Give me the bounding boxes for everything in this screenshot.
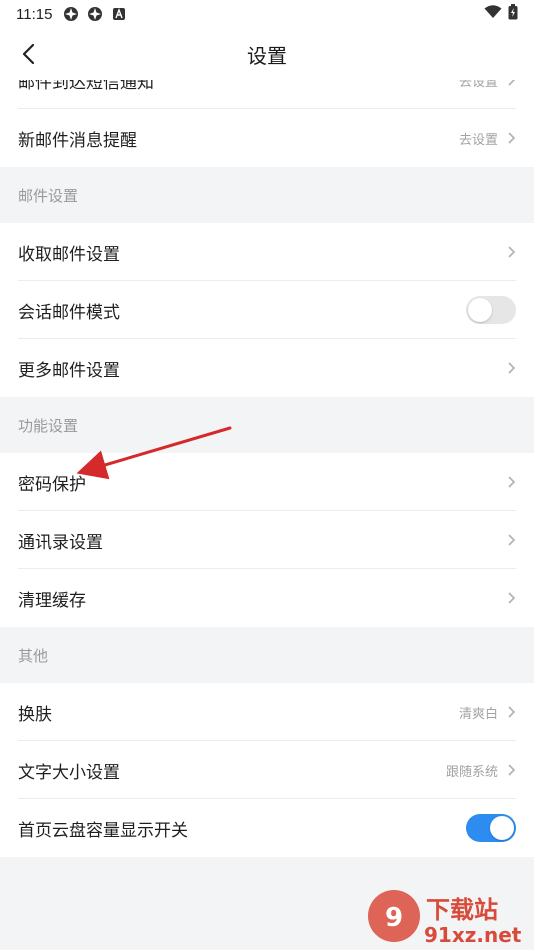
row-value: 跟随系统: [445, 764, 498, 780]
chevron-right-icon: [506, 705, 516, 719]
row-password-protection[interactable]: 密码保护: [0, 453, 534, 511]
row-new-mail-reminder[interactable]: 新邮件消息提醒 去设置: [0, 109, 534, 167]
row-label: 更多邮件设置: [18, 360, 120, 381]
chevron-right-icon: [506, 245, 516, 259]
row-label: 邮件到达短信通知: [18, 80, 154, 93]
row-label: 通讯录设置: [18, 532, 103, 553]
watermark-logo: 9 下载站 91xz.net: [360, 884, 530, 948]
chevron-right-icon: [506, 131, 516, 145]
row-value: 去设置: [458, 80, 498, 90]
svg-text:9: 9: [385, 903, 403, 933]
toggle-knob: [468, 298, 492, 322]
chevron-right-icon: [506, 591, 516, 605]
cloud-capacity-toggle[interactable]: [466, 814, 516, 842]
nav-bar: 设置: [0, 28, 534, 80]
row-label: 密码保护: [18, 474, 86, 495]
chevron-right-icon: [506, 475, 516, 489]
section-title-other: 其他: [0, 627, 534, 683]
toggle-knob: [490, 816, 514, 840]
row-label: 新邮件消息提醒: [18, 130, 137, 151]
row-label: 清理缓存: [18, 590, 86, 611]
row-label: 会话邮件模式: [18, 302, 120, 323]
row-value: 去设置: [458, 132, 498, 148]
chevron-right-icon: [506, 361, 516, 375]
back-icon[interactable]: [14, 40, 42, 68]
a-notification-icon: [110, 5, 128, 23]
row-contacts-settings[interactable]: 通讯录设置: [0, 511, 534, 569]
row-clear-cache[interactable]: 清理缓存: [0, 569, 534, 627]
conversation-mode-toggle[interactable]: [466, 296, 516, 324]
row-label: 文字大小设置: [18, 762, 120, 783]
watermark-text-en: 91xz.net: [424, 923, 522, 947]
row-more-mail-settings[interactable]: 更多邮件设置: [0, 339, 534, 397]
chevron-right-icon: [506, 763, 516, 777]
row-skin[interactable]: 换肤 清爽白: [0, 683, 534, 741]
row-value: 清爽白: [458, 706, 498, 722]
row-label: 首页云盘容量显示开关: [18, 820, 188, 841]
row-conversation-mode: 会话邮件模式: [0, 281, 534, 339]
watermark-text-cn: 下载站: [426, 896, 498, 924]
app-notification-icon: [62, 5, 80, 23]
wifi-icon: [484, 5, 502, 23]
row-label: 换肤: [18, 704, 52, 725]
row-font-size[interactable]: 文字大小设置 跟随系统: [0, 741, 534, 799]
status-bar: 11:15: [0, 0, 534, 28]
settings-list[interactable]: 邮件到达短信通知 去设置 新邮件消息提醒 去设置 邮件设置 收取邮件设置 会话邮…: [0, 80, 534, 950]
row-label: 收取邮件设置: [18, 244, 120, 265]
chevron-right-icon: [506, 80, 516, 87]
status-time: 11:15: [16, 5, 53, 23]
page-title: 设置: [247, 43, 287, 68]
row-cloud-capacity: 首页云盘容量显示开关: [0, 799, 534, 857]
section-title-mail: 邮件设置: [0, 167, 534, 223]
row-receive-settings[interactable]: 收取邮件设置: [0, 223, 534, 281]
row-sms-notification[interactable]: 邮件到达短信通知 去设置: [0, 80, 534, 109]
section-title-function: 功能设置: [0, 397, 534, 453]
chevron-right-icon: [506, 533, 516, 547]
battery-icon: [508, 4, 518, 24]
app-notification-icon: [86, 5, 104, 23]
